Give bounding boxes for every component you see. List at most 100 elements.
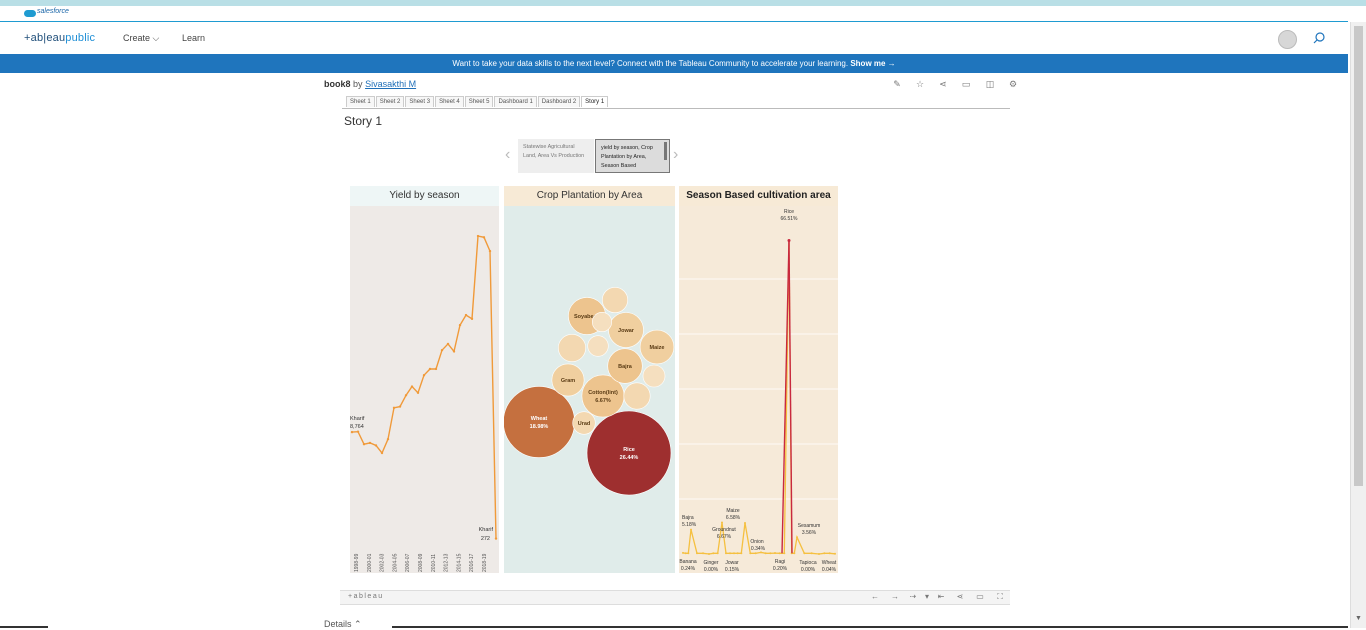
details-toggle[interactable]: Details ⌃ xyxy=(324,619,362,630)
share-icon[interactable]: ⋖ xyxy=(955,592,965,602)
scroll-down-icon[interactable]: ▼ xyxy=(1355,615,1362,622)
yield-chart-pane[interactable]: 1998-99 2000-01 2002-03 2004-05 2006-07 2008-… xyxy=(350,206,499,573)
workbook-name: book8 xyxy=(324,79,351,89)
learn-link[interactable]: Learn xyxy=(182,33,205,43)
story-point-1[interactable]: Statewise Agricultural Land, Area Vs Pro… xyxy=(518,139,594,173)
tab-story-1[interactable]: Story 1 xyxy=(581,96,609,107)
cultivation-point xyxy=(796,536,798,539)
avatar[interactable] xyxy=(1278,30,1297,49)
annotation-label: Kharif xyxy=(479,527,494,533)
story-prev-arrow-icon[interactable]: ‹ xyxy=(505,146,510,164)
cultivation-point xyxy=(818,553,820,555)
revert-dropdown-icon[interactable]: ▾ xyxy=(922,592,932,602)
yield-point xyxy=(422,374,426,377)
maize-value: 6.58% xyxy=(726,515,741,521)
bajra-label: Bajra xyxy=(682,515,694,521)
author-link[interactable]: Sivasakthi M xyxy=(365,79,416,89)
jowar-label: Jowar xyxy=(725,560,739,566)
logo-main: +ab|eau xyxy=(24,32,66,44)
tableau-footer-logo[interactable]: +ableau xyxy=(348,593,384,600)
community-banner[interactable]: Want to take your data skills to the nex… xyxy=(0,54,1348,73)
cultivation-point xyxy=(769,552,772,555)
groundnut-value: 6.67% xyxy=(717,534,732,540)
yield-x-tick: 2012-13 xyxy=(444,553,450,572)
tableau-public-logo[interactable]: +ab|eaupublic xyxy=(24,32,95,44)
chevron-down-icon: ⌵ xyxy=(152,33,160,43)
tab-sheet-1[interactable]: Sheet 1 xyxy=(346,96,375,107)
bubble-unlabeled xyxy=(623,382,651,410)
sheet-tabs: Sheet 1 Sheet 2 Sheet 3 Sheet 4 Sheet 5 Dashb… xyxy=(342,95,1010,109)
ginger-value: 0.00% xyxy=(704,567,719,573)
cultivation-point xyxy=(793,552,796,555)
bubble-unlabeled xyxy=(642,364,666,388)
comment-icon[interactable]: ▭ xyxy=(975,592,985,602)
wheat-label: Wheat xyxy=(822,560,837,566)
yield-x-tick: 2006-07 xyxy=(405,553,411,572)
cultivation-point xyxy=(823,552,826,555)
sesamum-value: 3.56% xyxy=(802,530,817,536)
annotation-label: Kharif xyxy=(350,416,365,422)
crop-bubble-chart[interactable]: Rice26.44%Wheat18.98%Cotton(lint)6.67%So… xyxy=(503,206,675,573)
top-nav: +ab|eaupublic Create ⌵ Learn xyxy=(0,22,1348,54)
rice-label: Rice xyxy=(784,209,794,215)
page-scrollbar[interactable]: ▼ xyxy=(1350,22,1366,628)
yield-point xyxy=(440,348,444,352)
salesforce-label[interactable]: salesforce xyxy=(37,8,69,15)
create-label: Create xyxy=(123,33,151,43)
revert-all-icon[interactable]: ⇤ xyxy=(936,592,946,602)
banner-cta[interactable]: Show me → xyxy=(850,59,895,68)
revert-icon[interactable]: ⇢ xyxy=(908,592,918,602)
cultivation-point xyxy=(721,521,723,524)
cultivation-point xyxy=(749,552,752,555)
yield-x-tick: 2014-15 xyxy=(456,553,462,572)
yield-point xyxy=(416,391,420,394)
yield-point xyxy=(488,249,492,253)
cultivation-point xyxy=(740,552,743,555)
yield-line-chart[interactable]: 1998-99 2000-01 2002-03 2004-05 2006-07 2008-… xyxy=(350,206,499,573)
search-icon[interactable] xyxy=(1312,31,1326,45)
bubble-unlabeled xyxy=(557,334,586,363)
bubble-label: Maize xyxy=(650,345,665,351)
bubble-value: 26.44% xyxy=(620,455,639,461)
fullscreen-icon[interactable]: ◫ xyxy=(985,79,995,89)
create-menu[interactable]: Create ⌵ xyxy=(123,33,159,44)
cultivation-point xyxy=(810,552,813,555)
cultivation-point xyxy=(716,552,719,555)
fullscreen-icon[interactable]: ⛶ xyxy=(995,592,1005,602)
comment-icon[interactable]: ▭ xyxy=(961,79,971,89)
tab-dashboard-1[interactable]: Dashboard 1 xyxy=(494,96,537,107)
ginger-label: Ginger xyxy=(703,560,718,566)
favorite-star-icon[interactable]: ☆ xyxy=(915,79,925,89)
share-icon[interactable]: ⋖ xyxy=(938,79,948,89)
bubble-unlabeled xyxy=(587,335,609,357)
settings-gear-icon[interactable]: ⚙ xyxy=(1008,79,1018,89)
tab-dashboard-2[interactable]: Dashboard 2 xyxy=(537,96,581,107)
cultivation-point xyxy=(682,551,684,554)
yield-x-tick: 2008-09 xyxy=(418,553,424,572)
undo-icon[interactable]: ← xyxy=(870,592,880,602)
tab-sheet-5[interactable]: Sheet 5 xyxy=(464,96,494,107)
ragi-label: Ragi xyxy=(775,559,785,565)
yield-point xyxy=(350,430,354,434)
yield-point xyxy=(386,437,390,441)
tab-sheet-4[interactable]: Sheet 4 xyxy=(435,96,464,107)
edit-icon[interactable]: ✎ xyxy=(892,79,902,89)
story-point-text: yield by season, Crop Plantation by Area… xyxy=(601,145,653,169)
yield-point xyxy=(404,394,408,397)
cultivation-point xyxy=(708,553,710,555)
tab-sheet-3[interactable]: Sheet 3 xyxy=(405,96,435,107)
redo-icon[interactable]: → xyxy=(890,592,900,602)
bubble-rice xyxy=(586,410,672,496)
story-point-2[interactable]: yield by season, Crop Plantation by Area… xyxy=(595,139,670,173)
groundnut-label: Groundnut xyxy=(712,527,736,533)
cultivation-point xyxy=(803,552,806,555)
crop-bubble-pane[interactable]: Rice 26.44% Wheat 18.98% Cotton(lint) 6.67% So… xyxy=(503,206,675,573)
story-point-scrollbar[interactable] xyxy=(664,142,667,160)
season-area-line-chart[interactable]: Rice66.51% Bajra5.18% Maize6.58% Groundnut6… xyxy=(679,206,838,573)
tab-sheet-2[interactable]: Sheet 2 xyxy=(375,96,405,107)
ragi-value: 0.20% xyxy=(773,566,788,572)
cultivation-point xyxy=(733,552,735,555)
scrollbar-thumb[interactable] xyxy=(1354,26,1363,486)
season-area-pane[interactable]: Rice 66.51% Bajra 5.18% Maize 6.58% Groundnut 6… xyxy=(679,206,838,573)
story-next-arrow-icon[interactable]: › xyxy=(673,146,678,164)
